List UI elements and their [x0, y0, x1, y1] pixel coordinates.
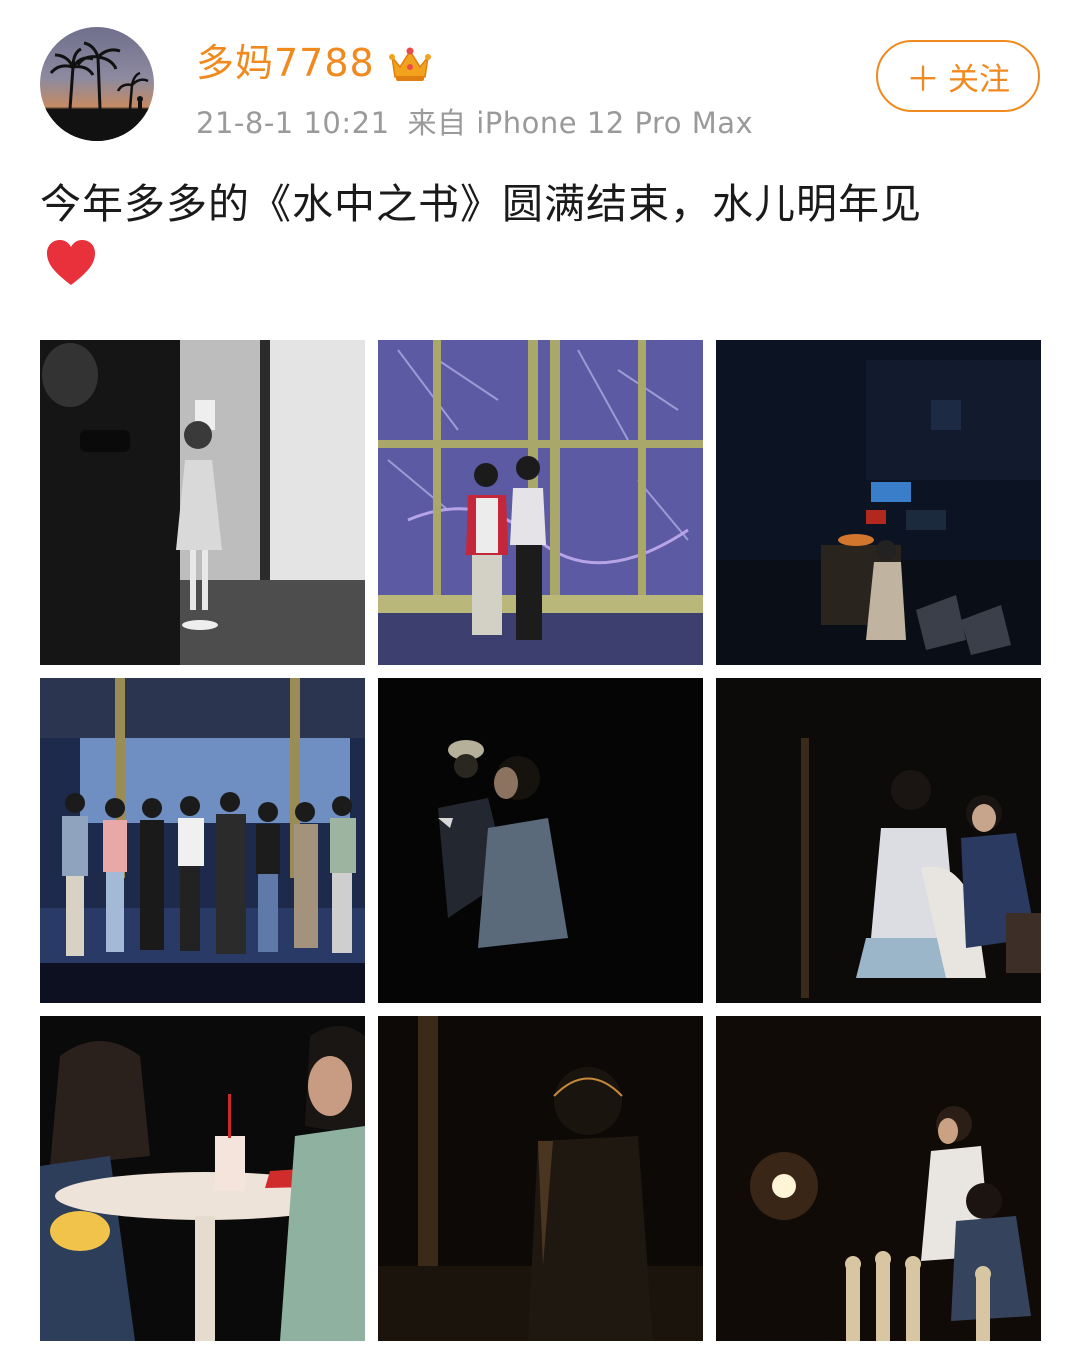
crown-icon — [389, 47, 431, 81]
photo-3[interactable] — [716, 340, 1041, 665]
backstage-photo — [40, 340, 365, 665]
cast-group-photo — [40, 678, 365, 1003]
carousel-photo — [716, 678, 1041, 1003]
follow-button[interactable]: ＋ 关注 — [876, 40, 1040, 112]
photo-9[interactable] — [716, 1016, 1041, 1341]
photo-8[interactable] — [378, 1016, 703, 1341]
table-scene-photo — [40, 1016, 365, 1341]
photo-grid — [40, 340, 1041, 1341]
follow-label: 关注 — [948, 61, 1010, 98]
silhouette-photo — [378, 1016, 703, 1341]
post-source: 来自 iPhone 12 Pro Max — [407, 106, 754, 140]
avatar[interactable] — [40, 27, 154, 141]
couple-photo — [378, 340, 703, 665]
photo-6[interactable] — [716, 678, 1041, 1003]
post-text: 今年多多的《水中之书》圆满结束，水儿明年见 — [40, 180, 922, 228]
post-timestamp: 21-8-1 10:21 — [196, 106, 390, 140]
post-meta: 21-8-1 10:21 来自 iPhone 12 Pro Max — [196, 103, 753, 143]
username[interactable]: 多妈7788 — [196, 38, 375, 88]
carousel-light-photo — [716, 1016, 1041, 1341]
palm-tree-sunset-image — [40, 41, 154, 141]
photo-7[interactable] — [40, 1016, 365, 1341]
backstage-dark-photo — [716, 340, 1041, 665]
photo-5[interactable] — [378, 678, 703, 1003]
photo-1[interactable] — [40, 340, 365, 665]
heart-icon — [47, 240, 95, 285]
photo-2[interactable] — [378, 340, 703, 665]
photo-4[interactable] — [40, 678, 365, 1003]
dark-stage-photo — [378, 678, 703, 1003]
plus-icon: ＋ — [906, 59, 940, 100]
